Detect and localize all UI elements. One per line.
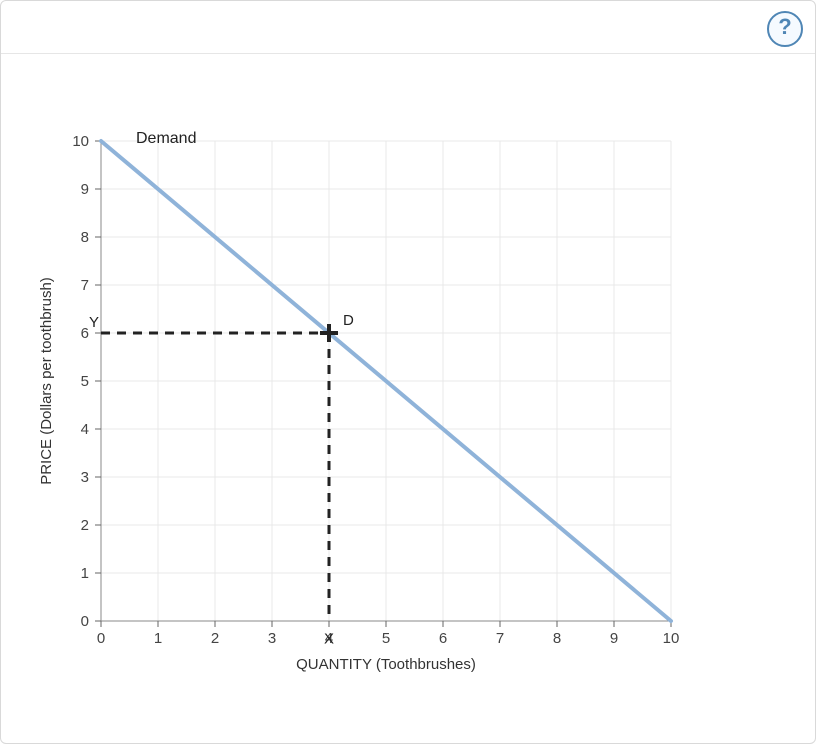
svg-text:10: 10 [663, 630, 680, 647]
svg-text:Y: Y [89, 314, 99, 331]
svg-text:6: 6 [439, 630, 447, 647]
svg-text:8: 8 [81, 229, 89, 246]
svg-text:6: 6 [81, 325, 89, 342]
svg-text:7: 7 [81, 277, 89, 294]
svg-text:1: 1 [81, 565, 89, 582]
svg-text:3: 3 [268, 630, 276, 647]
svg-text:5: 5 [81, 373, 89, 390]
demand-chart[interactable]: 012345678910012345678910QUANTITY (Toothb… [21, 91, 801, 731]
card-header: ? [1, 1, 815, 54]
svg-text:4: 4 [81, 421, 89, 438]
svg-text:8: 8 [553, 630, 561, 647]
svg-text:5: 5 [382, 630, 390, 647]
svg-text:9: 9 [81, 181, 89, 198]
svg-text:1: 1 [154, 630, 162, 647]
chart-card: ? 012345678910012345678910QUANTITY (Toot… [0, 0, 816, 744]
svg-text:2: 2 [211, 630, 219, 647]
svg-text:0: 0 [81, 613, 89, 630]
svg-text:9: 9 [610, 630, 618, 647]
svg-text:X: X [324, 630, 334, 647]
svg-text:3: 3 [81, 469, 89, 486]
help-icon[interactable]: ? [767, 11, 803, 47]
svg-text:2: 2 [81, 517, 89, 534]
svg-text:PRICE (Dollars per toothbrush): PRICE (Dollars per toothbrush) [38, 277, 55, 485]
svg-text:7: 7 [496, 630, 504, 647]
svg-text:D: D [343, 312, 354, 329]
svg-text:10: 10 [72, 133, 89, 150]
svg-text:0: 0 [97, 630, 105, 647]
svg-text:QUANTITY (Toothbrushes): QUANTITY (Toothbrushes) [296, 656, 476, 673]
chart-svg: 012345678910012345678910QUANTITY (Toothb… [21, 91, 801, 731]
svg-text:Demand: Demand [136, 130, 196, 147]
